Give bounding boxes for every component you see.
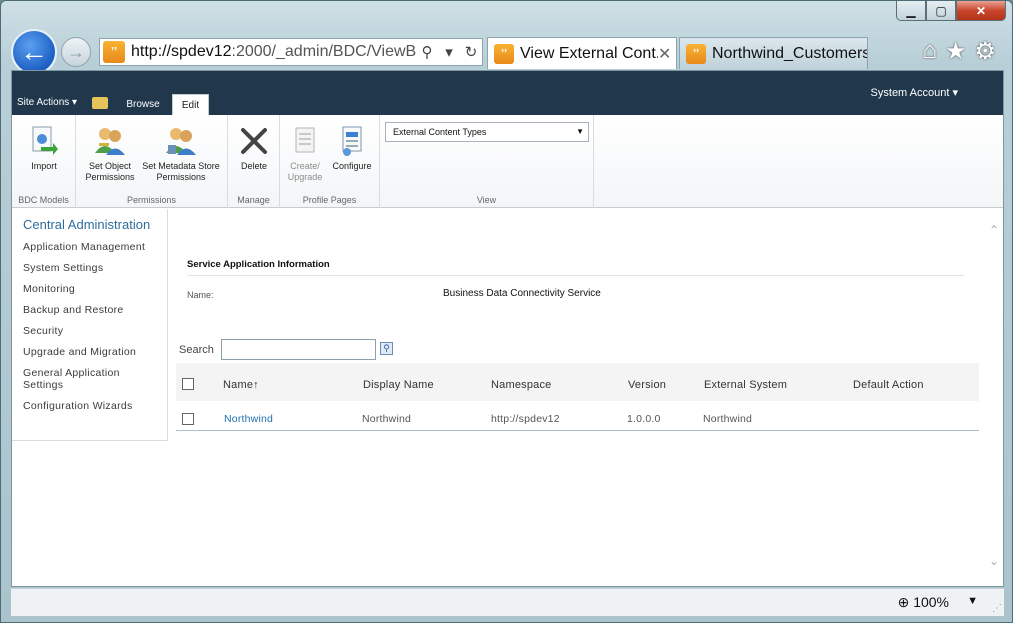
tab-favicon-icon: ʼʼ	[494, 43, 514, 64]
back-arrow-icon: ←	[20, 36, 48, 67]
back-button[interactable]: ←	[11, 29, 57, 75]
tab-close-icon[interactable]: ✕	[658, 44, 676, 64]
site-favicon-icon: ʼʼ	[103, 41, 125, 63]
row-external-system: Northwind	[703, 413, 753, 425]
tab-label: Northwind_Customers...	[712, 44, 867, 62]
import-button[interactable]: Import	[24, 125, 64, 172]
window-caption-buttons: ▁ ▢ ✕	[896, 1, 1006, 21]
favorites-star-icon[interactable]: ★	[945, 37, 967, 66]
group-profile-pages: Create/Upgrade Configure Profile Pages	[280, 115, 380, 208]
group-bdc-models: Import BDC Models	[12, 115, 76, 208]
forward-arrow-icon: →	[67, 41, 85, 62]
zoom-dropdown-icon[interactable]: ▼	[967, 595, 978, 607]
create-upgrade-button[interactable]: Create/Upgrade	[284, 125, 326, 183]
set-metadata-store-permissions-button[interactable]: Set Metadata Store Permissions	[138, 125, 224, 183]
group-label: Manage	[237, 195, 270, 205]
column-header-namespace[interactable]: Namespace	[491, 379, 552, 391]
sort-ascending-icon: ↑	[253, 379, 259, 391]
site-actions-menu[interactable]: Site Actions ▾	[17, 97, 77, 108]
address-url[interactable]: http://spdev12:2000/_admin/BDC/ViewBI	[131, 43, 416, 61]
search-go-icon[interactable]: ⚲	[380, 342, 393, 355]
configure-page-icon	[335, 125, 369, 157]
group-label: View	[476, 195, 497, 205]
configure-button[interactable]: Configure	[328, 125, 376, 172]
zoom-level[interactable]: ⊕ 100%	[898, 594, 949, 611]
section-divider	[187, 275, 964, 276]
group-permissions: Set Object Permissions Set Metadata Store…	[76, 115, 228, 208]
maximize-button[interactable]: ▢	[926, 1, 956, 21]
ribbon-toolbar: Import BDC Models Set Object Permissions …	[12, 115, 1003, 208]
nav-item-security[interactable]: Security	[23, 325, 63, 337]
gear-icon[interactable]: ⚙	[974, 37, 996, 66]
column-header-external-system[interactable]: External System	[704, 379, 787, 391]
group-label: Permissions	[126, 195, 176, 205]
dropdown-arrow-icon[interactable]: ▾	[438, 43, 460, 61]
home-icon[interactable]: ⌂	[922, 37, 937, 66]
tab-view-external-content[interactable]: ʼʼ View External Cont... ✕	[487, 37, 677, 69]
grid-header: Name↑ Display Name Namespace Version Ext…	[176, 363, 979, 401]
select-all-checkbox[interactable]	[182, 378, 194, 390]
scroll-up-arrow-icon[interactable]: ⌃	[989, 223, 999, 237]
nav-item-backup-restore[interactable]: Backup and Restore	[23, 304, 124, 316]
table-row[interactable]: Northwind Northwind http://spdev12 1.0.0…	[176, 401, 979, 431]
nav-heading-central-administration[interactable]: Central Administration	[23, 217, 150, 232]
tab-browse[interactable]: Browse	[118, 94, 168, 115]
close-window-button[interactable]: ✕	[956, 1, 1006, 21]
tab-label: View External Cont...	[520, 44, 658, 62]
name-label: Name:	[187, 290, 214, 300]
row-version: 1.0.0.0	[627, 413, 661, 425]
resize-grip-icon[interactable]: ⋰	[992, 603, 1002, 614]
forward-button[interactable]: →	[61, 37, 91, 67]
refresh-icon[interactable]: ↻	[460, 43, 482, 61]
nav-item-monitoring[interactable]: Monitoring	[23, 283, 75, 295]
tab-northwind-customers[interactable]: ʼʼ Northwind_Customers...	[679, 37, 868, 69]
browser-window: ▁ ▢ ✕ ← → ʼʼ http://spdev12:2000/_admin/…	[0, 0, 1013, 623]
navigate-up-icon[interactable]	[92, 97, 108, 109]
minimize-button[interactable]: ▁	[896, 1, 926, 21]
zoom-icon: ⊕	[897, 594, 910, 610]
column-header-display-name[interactable]: Display Name	[363, 379, 434, 391]
view-select-dropdown[interactable]: External Content Types ▼	[385, 122, 589, 142]
search-input[interactable]	[221, 339, 376, 360]
group-label: Profile Pages	[302, 195, 357, 205]
nav-item-upgrade-migration[interactable]: Upgrade and Migration	[23, 346, 136, 358]
nav-item-configuration-wizards[interactable]: Configuration Wizards	[23, 400, 133, 412]
search-label: Search	[179, 344, 214, 356]
nav-item-application-management[interactable]: Application Management	[23, 241, 145, 253]
column-header-name[interactable]: Name↑	[223, 379, 259, 391]
row-name-link[interactable]: Northwind	[224, 413, 273, 425]
page-viewport: Site Actions ▾ Browse Edit System Accoun…	[11, 70, 1004, 587]
address-bar[interactable]: ʼʼ http://spdev12:2000/_admin/BDC/ViewBI…	[99, 38, 483, 66]
name-value: Business Data Connectivity Service	[443, 288, 601, 299]
users-key-icon	[93, 125, 127, 157]
column-header-default-action[interactable]: Default Action	[853, 379, 924, 391]
row-namespace: http://spdev12	[491, 413, 560, 425]
section-title: Service Application Information	[187, 259, 330, 270]
scroll-down-arrow-icon[interactable]: ⌄	[989, 554, 999, 568]
status-bar: ⊕ 100% ▼ ⋰	[11, 588, 1004, 616]
tab-favicon-icon: ʼʼ	[686, 43, 706, 64]
left-navigation: Central Administration Application Manag…	[12, 209, 168, 441]
delete-button[interactable]: Delete	[234, 125, 274, 172]
browser-toolbar-icons: ⌂ ★ ⚙	[922, 37, 996, 66]
group-label: BDC Models	[18, 195, 69, 205]
group-manage: Delete Manage	[228, 115, 280, 208]
search-icon[interactable]: ⚲	[416, 43, 438, 61]
import-icon	[27, 125, 61, 157]
ribbon-header: Site Actions ▾ Browse Edit System Accoun…	[12, 71, 1003, 115]
tab-edit[interactable]: Edit	[172, 94, 209, 115]
users-database-icon	[164, 125, 198, 157]
row-checkbox[interactable]	[182, 413, 194, 425]
delete-x-icon	[237, 125, 271, 157]
row-display-name: Northwind	[362, 413, 412, 425]
set-object-permissions-button[interactable]: Set Object Permissions	[82, 125, 138, 183]
nav-item-system-settings[interactable]: System Settings	[23, 262, 103, 274]
column-header-version[interactable]: Version	[628, 379, 666, 391]
create-page-icon	[288, 125, 322, 157]
nav-item-general-application-settings[interactable]: General Application Settings	[23, 367, 120, 391]
user-menu[interactable]: System Account ▾	[871, 86, 958, 99]
chevron-down-icon: ▼	[576, 127, 584, 136]
